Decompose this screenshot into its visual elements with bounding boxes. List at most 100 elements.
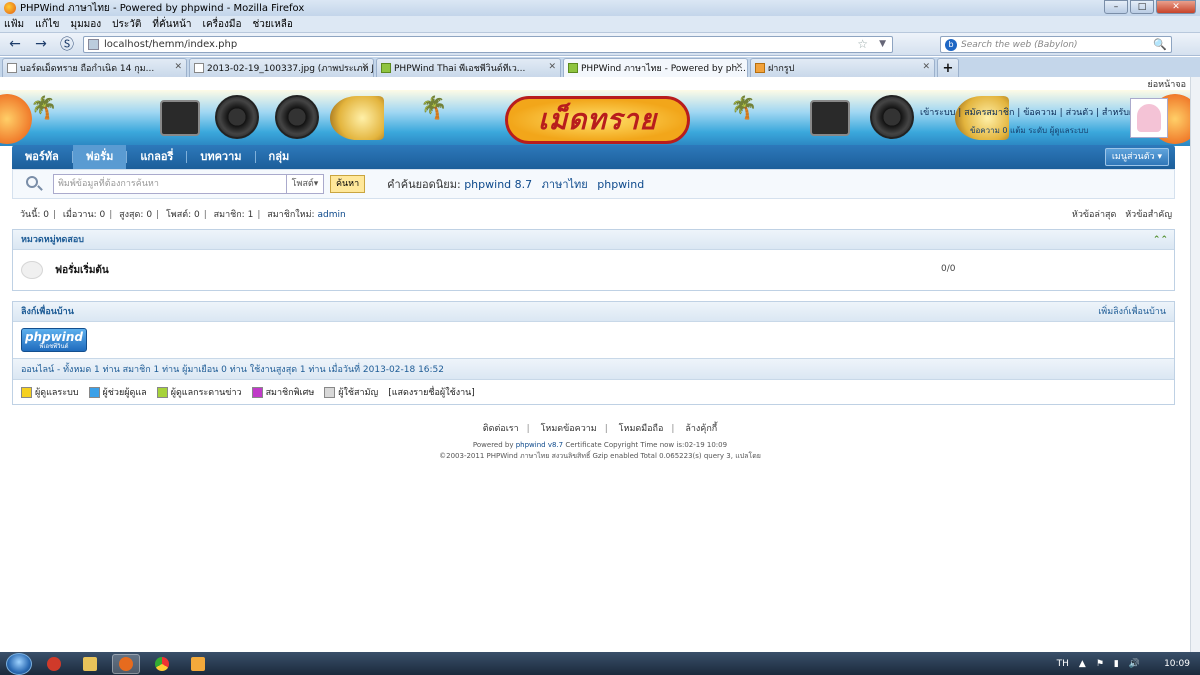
powered-by-label: Powered by [472,441,514,449]
tab-2[interactable]: 2013-02-19_100337.jpg (ภาพประเภท JP... ✕ [189,58,374,77]
menu-tools[interactable]: เครื่องมือ [203,17,242,32]
speaker-graphic [160,100,200,136]
legend-regular: ผู้ใช้สามัญ [324,385,378,399]
forum-search-input[interactable]: พิมพ์ข้อมูลที่ต้องการค้นหา [53,174,287,194]
media-player-icon[interactable] [184,654,212,674]
site-identity-icon[interactable] [88,39,99,50]
network-icon[interactable]: ▮ [1114,659,1119,669]
clear-cookies-link[interactable]: ล้างคุ้กกี้ [685,424,717,434]
logo-text: เม็ดทราย [538,103,657,136]
mobile-mode-link[interactable]: โหมดมือถือ [619,424,664,434]
tab-close-icon[interactable]: ✕ [922,62,930,72]
hot-keyword-link[interactable]: phpwind 8.7 [464,178,532,191]
menu-view[interactable]: มุมมอง [71,17,102,32]
newest-member-link[interactable]: admin [317,210,345,220]
collapse-screen-link[interactable]: ย่อหน้าจอ [1148,80,1187,90]
tab-5[interactable]: ฝากรูป ✕ [750,58,935,77]
menu-help[interactable]: ช่วยเหลือ [253,17,293,32]
forum-counts: 0/0 [941,264,956,274]
search-icon [25,175,43,193]
menu-file[interactable]: แฟ้ม [4,17,24,32]
skype-icon[interactable]: Ⓢ [56,35,78,53]
firefox-taskbar-icon[interactable] [112,653,140,674]
language-indicator[interactable]: TH [1057,659,1069,669]
user-links[interactable]: เข้าระบบ | สมัครสมาชิก | ข้อความ | ส่วนต… [920,105,1151,135]
tab-favicon [755,63,765,73]
palm-tree-icon: 🌴 [420,96,448,121]
stat-max: 0 [146,210,153,220]
menu-bookmarks[interactable]: ที่คั่นหน้า [152,17,191,32]
tray-expand-icon[interactable]: ▲ [1079,659,1086,669]
online-status[interactable]: ออนไลน์ - ทั้งหมด 1 ท่าน สมาชิก 1 ท่าน ผ… [13,358,1174,380]
stat-label: โพสต์: [165,210,192,220]
personal-menu-label: เมนูส่วนตัว [1111,152,1155,162]
vinyl-disc-graphic [275,95,319,139]
back-button[interactable]: ← [4,35,26,53]
forum-row: ฟอรั่มเริ่มต้น 0/0 [13,250,1174,290]
text-mode-link[interactable]: โหมดข้อความ [541,424,597,434]
legend-special: สมาชิกพิเศษ [251,385,314,399]
forum-name-link[interactable]: ฟอรั่มเริ่มต้น [55,263,109,278]
nav-forum[interactable]: ฟอรั่ม [72,145,127,169]
legend-assistant: ผู้ช่วยผู้ดูแล [88,385,147,399]
tab-close-icon[interactable]: ✕ [174,62,182,72]
minimize-button[interactable]: – [1104,0,1128,14]
url-text: localhost/hemm/index.php [104,39,238,50]
tab-label: ฝากรูป [768,64,795,74]
hot-keyword-link[interactable]: ภาษาไทย [542,178,588,191]
menu-history[interactable]: ประวัติ [112,17,141,32]
nav-portal[interactable]: พอร์ทัล [12,145,72,169]
legend-label: ผู้ใช้สามัญ [338,388,379,398]
forward-button[interactable]: → [30,35,52,53]
show-user-list-link[interactable]: [แสดงรายชื่อผู้ใช้งาน] [388,385,475,399]
forum-status-icon [21,261,43,279]
tab-close-icon[interactable]: ✕ [361,62,369,72]
search-type-select[interactable]: โพสต์▾ [286,174,324,194]
moderator-icon [156,386,168,398]
clock[interactable]: 10:09 [1164,659,1190,669]
tab-3[interactable]: PHPWind Thai พีเอชพีวินด์ทีเว... ✕ [376,58,561,77]
url-dropdown-icon[interactable]: ▼ [879,37,886,52]
address-bar[interactable]: localhost/hemm/index.php ☆ ▼ [83,36,893,53]
close-button[interactable]: ✕ [1156,0,1196,14]
user-avatar[interactable] [1130,98,1168,138]
system-tray: TH ▲ ⚑ ▮ 🔊 10:09 [1047,652,1190,675]
site-logo[interactable]: เม็ดทราย [505,96,690,144]
tab-close-icon[interactable]: ✕ [548,62,556,72]
assistant-icon [88,386,100,398]
flag-icon[interactable]: ⚑ [1096,659,1104,669]
nav-articles[interactable]: บทความ [187,145,254,169]
vinyl-disc-graphic [215,95,259,139]
page-scrollbar[interactable] [1190,77,1200,652]
maximize-button[interactable]: □ [1130,0,1154,14]
menu-edit[interactable]: แก้ไข [35,17,59,32]
web-search-box[interactable]: b Search the web (Babylon) 🔍 [940,36,1172,53]
user-links-text[interactable]: เข้าระบบ | สมัครสมาชิก | ข้อความ | ส่วนต… [920,108,1151,118]
start-button[interactable] [6,652,32,675]
tab-1[interactable]: บอร์ดเม็ดทราย ถือกำเนิด 14 กุม... ✕ [2,58,187,77]
search-button[interactable]: ค้นหา [330,175,366,193]
add-friend-link[interactable]: เพิ่มลิงก์เพื่อนบ้าน [1098,302,1166,322]
ie-icon[interactable] [40,654,68,674]
contact-link[interactable]: ติดต่อเรา [483,424,519,434]
new-tab-button[interactable]: + [937,58,959,77]
tab-close-icon[interactable]: ✕ [735,62,743,72]
quick-links: หัวข้อล่าสุด หัวข้อสำคัญ [1066,207,1172,221]
bookmark-star-icon[interactable]: ☆ [857,37,868,52]
collapse-icon[interactable]: ⌃⌃ [1153,230,1168,250]
main-navigation: พอร์ทัล ฟอรั่ม แกลอรี่ บทความ กลุ่ม เมนู… [12,145,1175,169]
nav-gallery[interactable]: แกลอรี่ [127,145,186,169]
nav-groups[interactable]: กลุ่ม [256,145,303,169]
important-topics-link[interactable]: หัวข้อสำคัญ [1125,210,1172,220]
search-go-icon[interactable]: 🔍 [1153,37,1167,52]
latest-topics-link[interactable]: หัวข้อล่าสุด [1072,210,1116,220]
phpwind-version-link[interactable]: phpwind v8.7 [516,441,563,449]
tab-4-active[interactable]: PHPWind ภาษาไทย - Powered by ph... ✕ [563,58,748,77]
volume-icon[interactable]: 🔊 [1129,659,1140,669]
hot-keyword-link[interactable]: phpwind [597,178,644,191]
chrome-icon[interactable] [148,654,176,674]
personal-menu-button[interactable]: เมนูส่วนตัว ▾ [1104,148,1169,166]
category-title[interactable]: หมวดหมู่ทดสอบ [21,235,84,245]
explorer-icon[interactable] [76,654,104,674]
phpwind-logo-link[interactable]: phpwind พีเอชพีวินด์ [21,328,87,352]
